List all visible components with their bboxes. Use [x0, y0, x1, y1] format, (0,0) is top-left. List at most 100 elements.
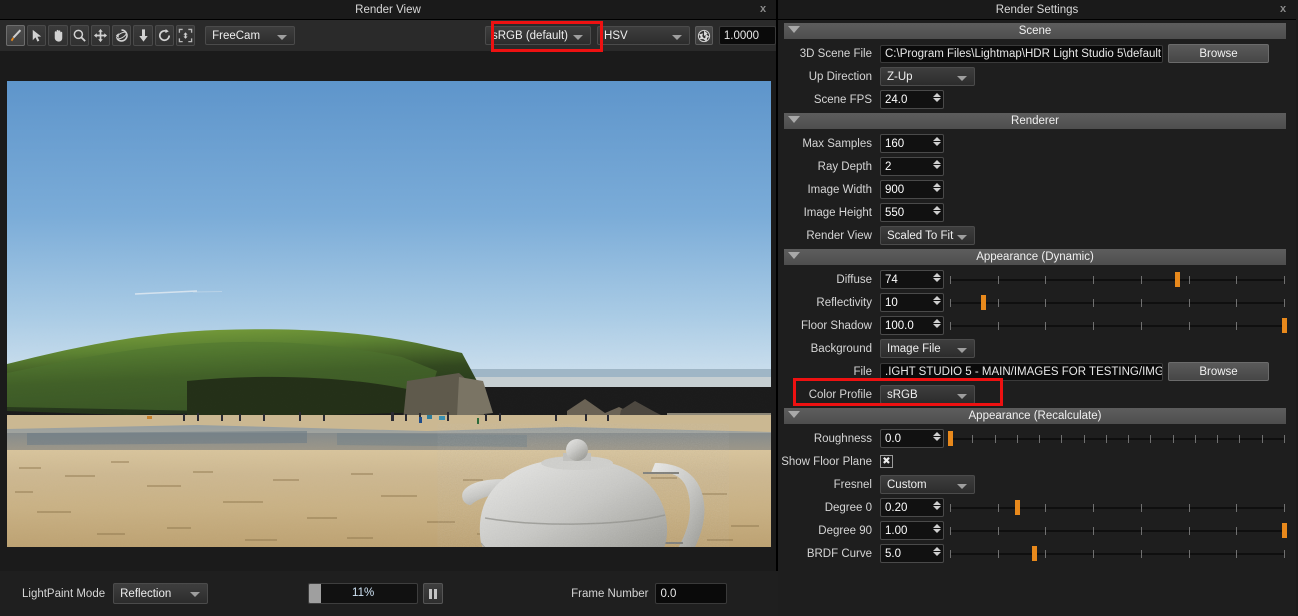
zoom-magnifier-icon[interactable] [69, 25, 89, 46]
spinner-arrows-icon[interactable] [932, 182, 941, 197]
slider-ticks [950, 298, 1285, 307]
floor-shadow-input[interactable]: 100.0 [880, 316, 944, 335]
degree-0-slider[interactable] [950, 498, 1285, 518]
aperture-icon[interactable] [695, 26, 713, 45]
slider-ticks [950, 549, 1285, 558]
spinner-arrows-icon[interactable] [932, 205, 941, 220]
diffuse-value: 74 [885, 273, 898, 286]
image-height-input[interactable]: 550 [880, 203, 944, 222]
background-file-browse-button[interactable]: Browse [1168, 362, 1269, 381]
max-samples-input[interactable]: 160 [880, 134, 944, 153]
rendered-beach-scene [7, 81, 771, 547]
chevron-down-icon [573, 35, 584, 40]
lightpaint-mode-select[interactable]: Reflection [113, 583, 209, 604]
exposure-field[interactable]: 1.0000 [718, 26, 777, 45]
row-roughness: Roughness 0.0 [778, 427, 1296, 450]
roughness-value: 0.0 [885, 432, 901, 445]
pan-down-icon[interactable] [133, 25, 153, 46]
spinner-arrows-icon[interactable] [932, 295, 941, 310]
background-file-input[interactable]: .IGHT STUDIO 5 - MAIN/IMAGES FOR TESTING… [880, 362, 1163, 381]
scene-file-browse-button[interactable]: Browse [1168, 44, 1269, 63]
render-view-mode-select[interactable]: Scaled To Fit [880, 226, 975, 245]
pause-icon[interactable] [423, 583, 444, 604]
brdf-curve-input[interactable]: 5.0 [880, 544, 944, 563]
spinner-arrows-icon[interactable] [932, 318, 941, 333]
slider-handle[interactable] [981, 294, 987, 310]
reflectivity-input[interactable]: 10 [880, 293, 944, 312]
frame-number-field[interactable]: 0.0 [655, 583, 728, 604]
spinner-arrows-icon[interactable] [932, 500, 941, 515]
slider-handle[interactable] [1282, 317, 1287, 333]
collapse-triangle-icon [788, 252, 800, 259]
close-icon[interactable]: x [1276, 2, 1290, 17]
section-header-appearance-recalculate[interactable]: Appearance (Recalculate) [784, 408, 1286, 424]
section-header-renderer[interactable]: Renderer [784, 113, 1286, 129]
row-floor-shadow: Floor Shadow 100.0 [778, 314, 1296, 337]
color-space-select[interactable]: sRGB (default) [484, 26, 592, 45]
section-title-appearance-dynamic: Appearance (Dynamic) [976, 251, 1094, 263]
rotate-icon[interactable] [154, 25, 174, 46]
diffuse-input[interactable]: 74 [880, 270, 944, 289]
degree-90-slider[interactable] [950, 521, 1287, 541]
brdf-curve-slider[interactable] [950, 544, 1285, 564]
spinner-arrows-icon[interactable] [932, 92, 941, 107]
roughness-input[interactable]: 0.0 [880, 429, 944, 448]
floor-shadow-label: Floor Shadow [801, 319, 872, 332]
color-model-value: HSV [604, 29, 628, 42]
max-samples-value: 160 [885, 137, 905, 150]
color-model-select[interactable]: HSV [597, 26, 691, 45]
section-header-appearance-dynamic[interactable]: Appearance (Dynamic) [784, 249, 1286, 265]
up-direction-select[interactable]: Z-Up [880, 67, 975, 86]
chevron-down-icon [276, 35, 287, 40]
color-profile-select[interactable]: sRGB [880, 385, 975, 404]
slider-handle[interactable] [1175, 271, 1181, 287]
fresnel-select[interactable]: Custom [880, 475, 975, 494]
scene-fps-value: 24.0 [885, 93, 908, 106]
reflectivity-value: 10 [885, 296, 898, 309]
frame-number-label: Frame Number [571, 587, 649, 600]
spinner-arrows-icon[interactable] [932, 546, 941, 561]
degree-0-input[interactable]: 0.20 [880, 498, 944, 517]
max-samples-label: Max Samples [802, 137, 872, 150]
scene-fps-input[interactable]: 24.0 [880, 90, 944, 109]
scene-file-input[interactable]: C:\Program Files\Lightmap\HDR Light Stud… [880, 44, 1163, 63]
ray-depth-input[interactable]: 2 [880, 157, 944, 176]
spinner-arrows-icon[interactable] [932, 159, 941, 174]
render-settings-title: Render Settings [995, 3, 1079, 16]
chevron-down-icon [957, 484, 967, 489]
section-header-scene[interactable]: Scene [784, 23, 1286, 39]
roughness-slider[interactable] [948, 429, 1285, 449]
lightpaint-brush-icon[interactable] [6, 25, 26, 46]
slider-ticks [950, 275, 1285, 284]
orbit-icon[interactable] [112, 25, 132, 46]
show-floor-plane-checkbox[interactable] [880, 455, 893, 468]
spinner-arrows-icon[interactable] [932, 431, 941, 446]
background-select[interactable]: Image File [880, 339, 975, 358]
spinner-arrows-icon[interactable] [932, 136, 941, 151]
spinner-arrows-icon[interactable] [932, 523, 941, 538]
row-show-floor-plane: Show Floor Plane [778, 450, 1296, 473]
fit-to-window-icon[interactable] [175, 25, 196, 46]
row-image-height: Image Height 550 [778, 201, 1296, 224]
spinner-arrows-icon[interactable] [932, 272, 941, 287]
reflectivity-slider[interactable] [950, 293, 1285, 313]
render-canvas[interactable] [7, 81, 771, 547]
slider-ticks [950, 321, 1285, 330]
render-progress-bar[interactable]: 11% [308, 583, 419, 604]
slider-handle[interactable] [1031, 545, 1037, 561]
diffuse-slider[interactable] [950, 270, 1285, 290]
image-width-input[interactable]: 900 [880, 180, 944, 199]
degree-90-input[interactable]: 1.00 [880, 521, 944, 540]
camera-select[interactable]: FreeCam [205, 26, 295, 45]
ray-depth-label: Ray Depth [817, 160, 872, 173]
select-arrow-icon[interactable] [27, 25, 47, 46]
slider-handle[interactable] [948, 430, 953, 446]
close-icon[interactable]: x [756, 2, 770, 17]
chevron-down-icon [957, 348, 967, 353]
pan-hand-icon[interactable] [48, 25, 68, 46]
floor-shadow-slider[interactable] [950, 316, 1287, 336]
slider-handle[interactable] [1014, 499, 1020, 515]
move-icon[interactable] [90, 25, 111, 46]
slider-handle[interactable] [1282, 522, 1287, 538]
row-degree-90: Degree 90 1.00 [778, 519, 1296, 542]
